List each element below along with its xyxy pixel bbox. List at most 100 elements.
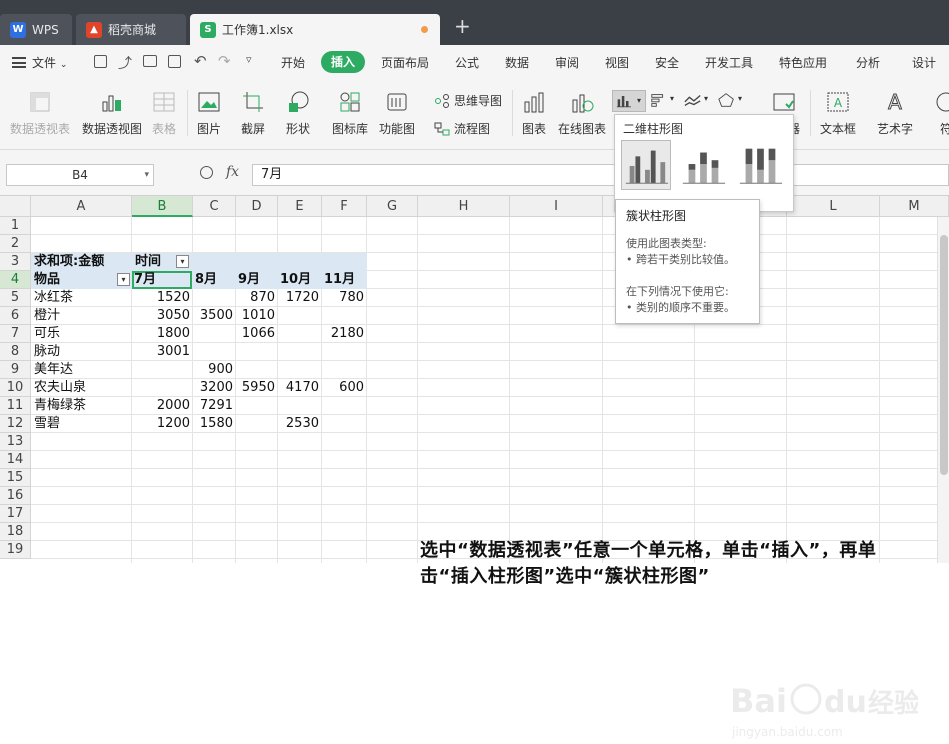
pivot-item-label[interactable]: 物品 xyxy=(34,271,114,289)
undo-icon[interactable]: ↶ xyxy=(194,52,207,70)
flowchart-button[interactable]: 流程图 xyxy=(434,120,490,137)
icon-library-button[interactable]: 图标库 xyxy=(332,90,368,137)
function-chart-button[interactable]: 功能图 xyxy=(379,90,415,137)
menu-start[interactable]: 开始 xyxy=(281,54,305,71)
item-filter-dropdown-icon[interactable]: ▾ xyxy=(117,273,130,286)
pivot-row-label[interactable]: 农夫山泉 xyxy=(34,379,129,397)
row-header[interactable]: 14 xyxy=(0,451,31,469)
pivot-value-cell[interactable]: 900 xyxy=(193,361,233,379)
name-box[interactable]: B4 ▾ xyxy=(6,164,154,186)
print-icon[interactable] xyxy=(143,55,157,67)
row-header[interactable]: 16 xyxy=(0,487,31,505)
insert-column-chart-button[interactable]: ▾ xyxy=(612,90,646,112)
column-header[interactable]: F xyxy=(322,196,367,217)
menu-design[interactable]: 设计 xyxy=(912,54,936,71)
pivot-value-cell[interactable]: 600 xyxy=(322,379,364,397)
pivot-row-label[interactable]: 橙汁 xyxy=(34,307,129,325)
row-header[interactable]: 12 xyxy=(0,415,31,433)
hamburger-icon[interactable] xyxy=(12,57,26,68)
column-header[interactable]: G xyxy=(367,196,418,217)
row-header[interactable]: 1 xyxy=(0,217,31,235)
pivot-row-label[interactable]: 可乐 xyxy=(34,325,129,343)
row-header[interactable]: 17 xyxy=(0,505,31,523)
column-header[interactable]: L xyxy=(787,196,880,217)
chart-button[interactable]: 图表 xyxy=(522,90,546,137)
pivot-value-cell[interactable]: 1520 xyxy=(132,289,190,307)
row-header[interactable]: 8 xyxy=(0,343,31,361)
online-chart-button[interactable]: 在线图表 xyxy=(558,90,606,137)
row-header[interactable]: 5 xyxy=(0,289,31,307)
pivot-row-label[interactable]: 冰红茶 xyxy=(34,289,129,307)
zoom-search-icon[interactable] xyxy=(200,166,213,179)
column-header[interactable]: I xyxy=(510,196,603,217)
pivot-row-label[interactable]: 青梅绿茶 xyxy=(34,397,129,415)
menu-security[interactable]: 安全 xyxy=(655,54,679,71)
pivot-value-cell[interactable]: 1066 xyxy=(236,325,275,343)
row-header[interactable]: 13 xyxy=(0,433,31,451)
screenshot-button[interactable]: 截屏 xyxy=(241,90,265,137)
row-header[interactable]: 7 xyxy=(0,325,31,343)
redo-icon[interactable]: ↷ xyxy=(218,52,231,70)
pivot-value-cell[interactable]: 2180 xyxy=(322,325,364,343)
fx-button[interactable]: fx xyxy=(226,164,239,180)
pivot-value-cell[interactable]: 5950 xyxy=(236,379,275,397)
time-filter-dropdown-icon[interactable]: ▾ xyxy=(176,255,189,268)
pivot-sum-label[interactable]: 求和项:金额 xyxy=(34,253,134,271)
insert-bar-chart-button[interactable]: ▾ xyxy=(650,92,680,110)
pivot-row-label[interactable]: 雪碧 xyxy=(34,415,129,433)
pivot-value-cell[interactable]: 2530 xyxy=(278,415,319,433)
row-header[interactable]: 2 xyxy=(0,235,31,253)
column-header[interactable]: C xyxy=(193,196,236,217)
mindmap-button[interactable]: 思维导图 xyxy=(434,92,502,109)
insert-line-chart-button[interactable]: ▾ xyxy=(684,92,714,110)
symbol-button[interactable]: 符 xyxy=(934,90,949,137)
row-header[interactable]: 11 xyxy=(0,397,31,415)
column-header[interactable]: E xyxy=(278,196,322,217)
pivot-chart-button[interactable]: 数据透视图 xyxy=(82,90,142,137)
pivot-month-header[interactable]: 9月 xyxy=(238,271,283,289)
row-header[interactable]: 18 xyxy=(0,523,31,541)
pivot-value-cell[interactable]: 1580 xyxy=(193,415,233,433)
row-header[interactable]: 4 xyxy=(0,271,31,289)
pivot-month-header[interactable]: 11月 xyxy=(324,271,369,289)
select-all-corner[interactable] xyxy=(0,196,31,217)
stacked-column-option[interactable] xyxy=(678,140,728,190)
pivot-value-cell[interactable]: 2000 xyxy=(132,397,190,415)
row-header[interactable]: 15 xyxy=(0,469,31,487)
save-icon[interactable] xyxy=(94,55,107,68)
menu-data[interactable]: 数据 xyxy=(505,54,529,71)
pivot-value-cell[interactable]: 1720 xyxy=(278,289,319,307)
textbox-button[interactable]: A 文本框 xyxy=(820,90,856,137)
pivot-value-cell[interactable]: 4170 xyxy=(278,379,319,397)
menu-review[interactable]: 审阅 xyxy=(555,54,579,71)
percent-stacked-column-option[interactable] xyxy=(735,140,785,190)
clustered-column-option[interactable] xyxy=(621,140,671,190)
row-header[interactable]: 19 xyxy=(0,541,31,559)
pivot-table-button[interactable]: 数据透视表 xyxy=(10,90,70,137)
menu-special[interactable]: 特色应用 xyxy=(779,54,827,71)
pivot-value-cell[interactable]: 3500 xyxy=(193,307,233,325)
menu-insert[interactable]: 插入 xyxy=(321,51,366,73)
menu-developer[interactable]: 开发工具 xyxy=(705,54,753,71)
shape-button[interactable]: 形状 xyxy=(286,90,310,137)
insert-other-chart-button[interactable]: ▾ xyxy=(718,92,748,110)
wordart-button[interactable]: A 艺术字 xyxy=(877,90,913,137)
menu-view[interactable]: 视图 xyxy=(605,54,629,71)
column-header[interactable]: H xyxy=(418,196,510,217)
pivot-value-cell[interactable]: 870 xyxy=(236,289,275,307)
pivot-value-cell[interactable]: 1200 xyxy=(132,415,190,433)
column-header[interactable]: D xyxy=(236,196,278,217)
menu-formula[interactable]: 公式 xyxy=(455,54,479,71)
column-header[interactable]: B xyxy=(132,196,193,217)
pivot-value-cell[interactable]: 7291 xyxy=(193,397,233,415)
menu-analyze[interactable]: 分析 xyxy=(856,54,880,71)
pivot-value-cell[interactable]: 3200 xyxy=(193,379,233,397)
pivot-value-cell[interactable]: 3050 xyxy=(132,307,190,325)
file-menu[interactable]: 文件 ⌄ xyxy=(32,54,67,71)
tab-wps[interactable]: W WPS xyxy=(0,14,72,45)
column-header[interactable]: M xyxy=(880,196,949,217)
pivot-value-cell[interactable]: 3001 xyxy=(132,343,190,361)
pivot-value-cell[interactable]: 780 xyxy=(322,289,364,307)
pivot-row-label[interactable]: 脉动 xyxy=(34,343,129,361)
pivot-value-cell[interactable]: 1010 xyxy=(236,307,275,325)
